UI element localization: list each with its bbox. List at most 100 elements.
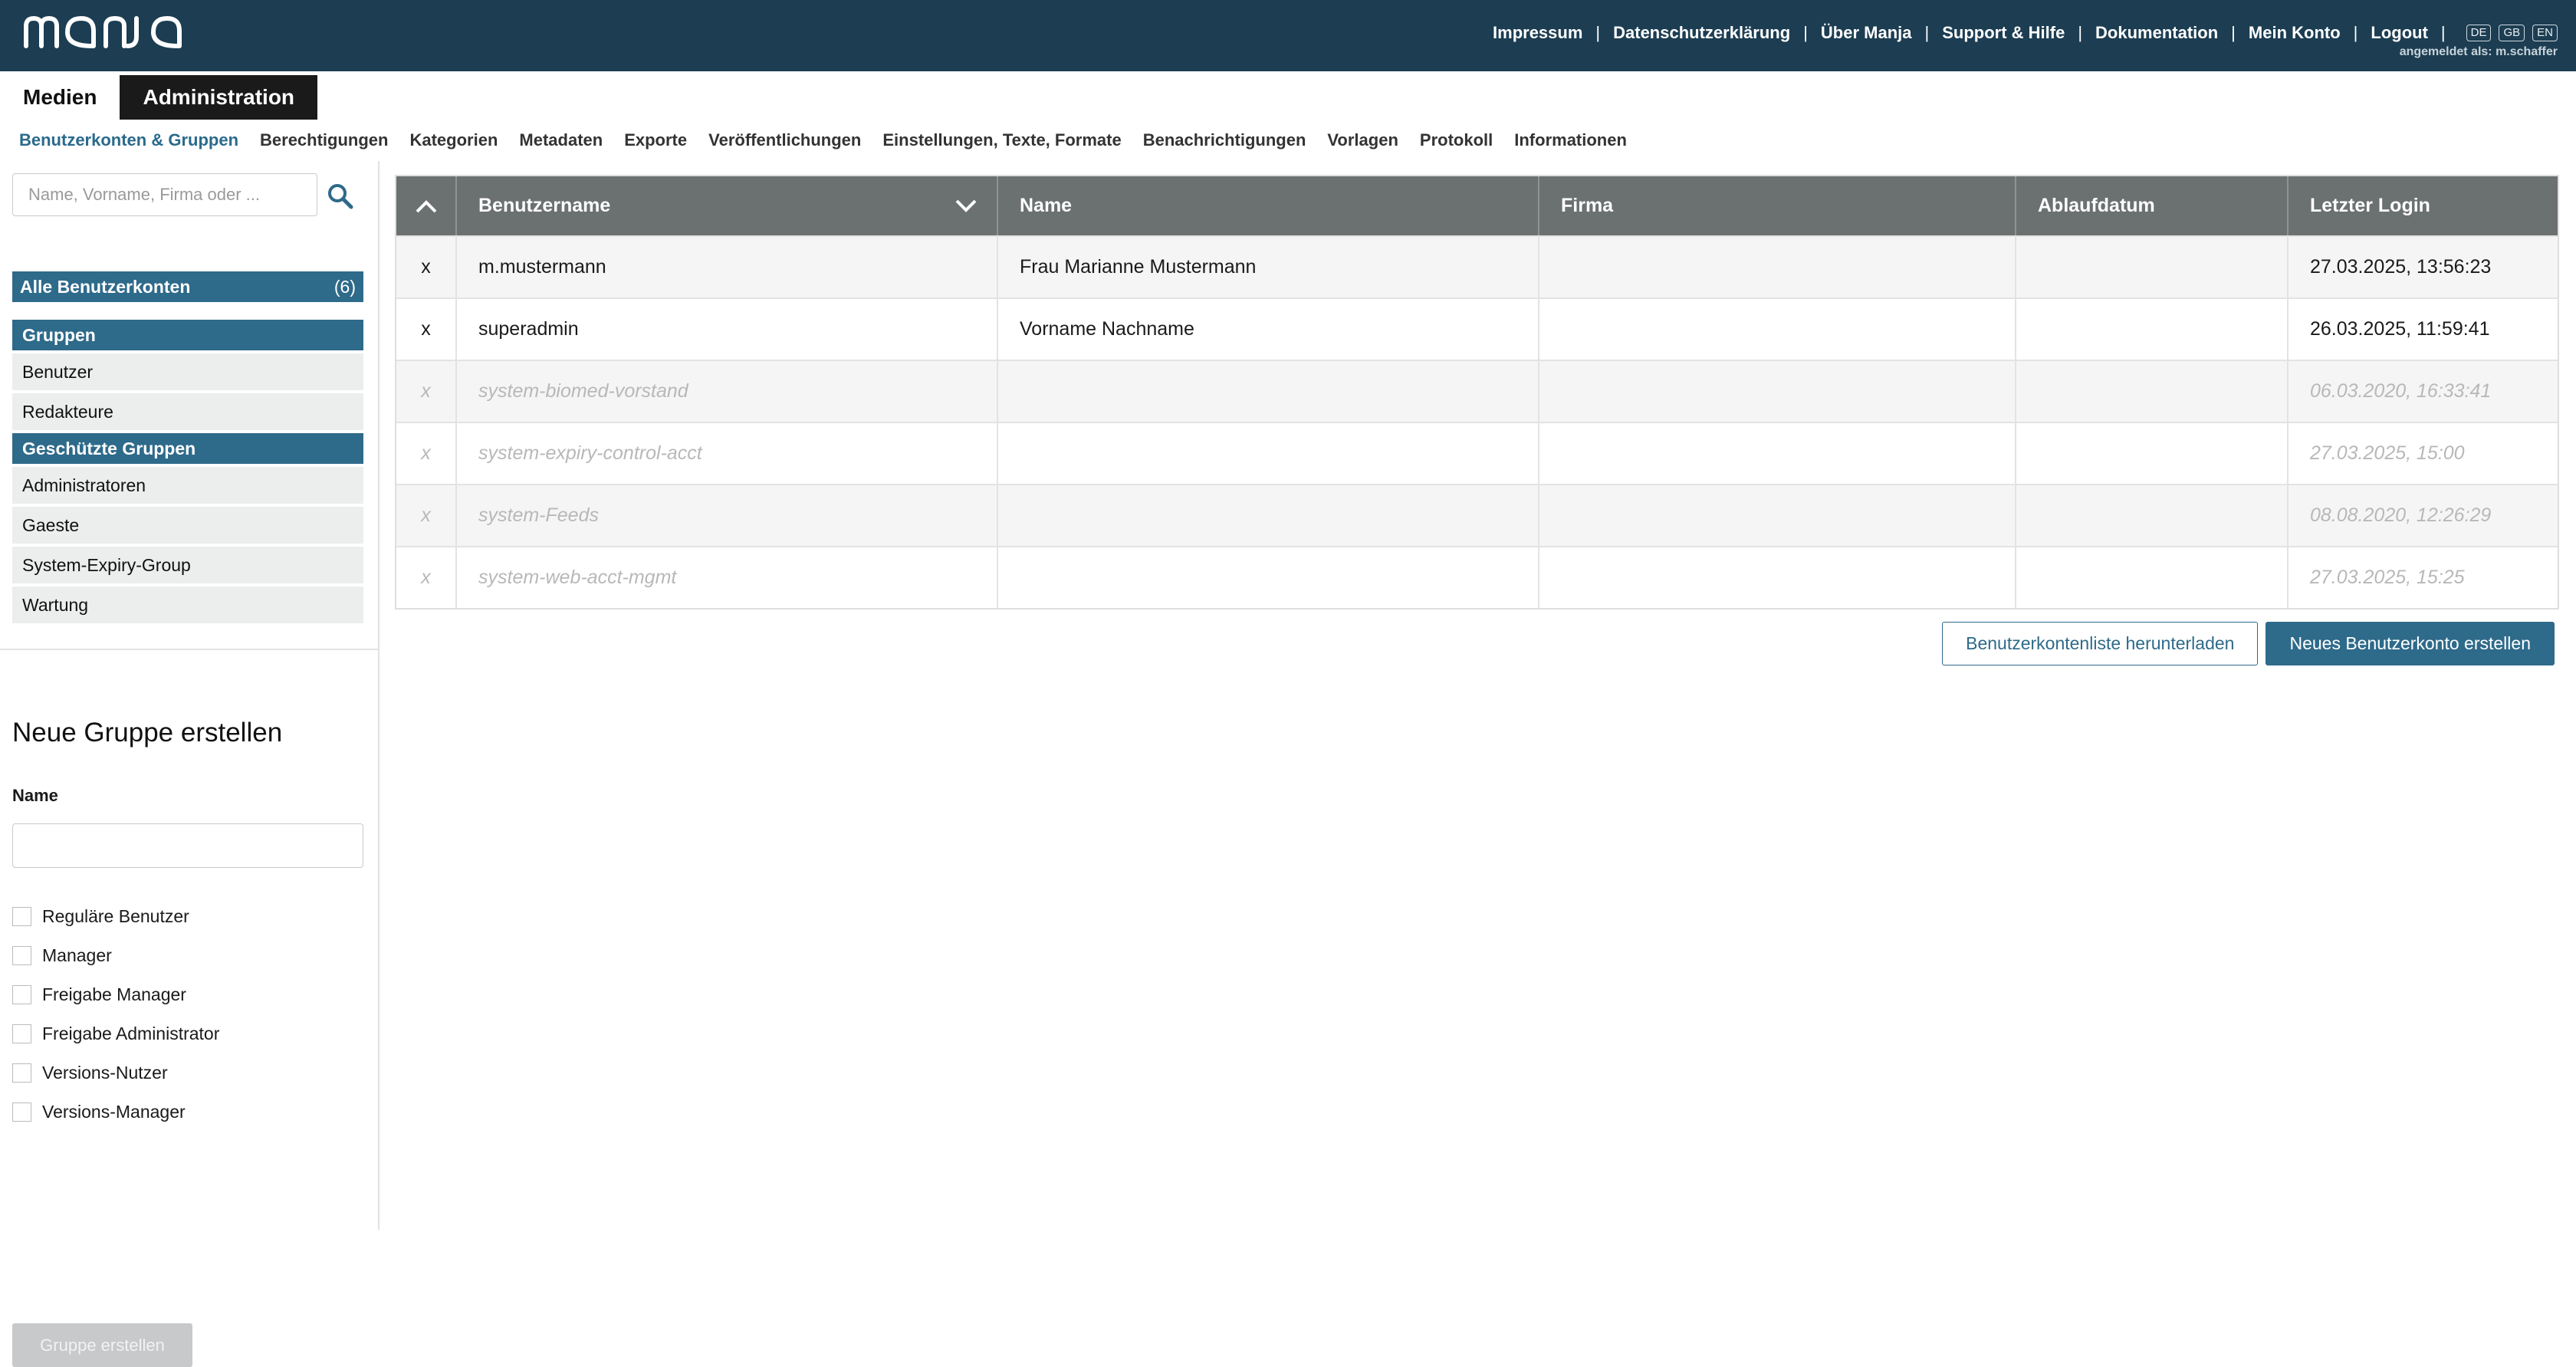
table-header: Benutzername Name Firma Ablaufdatum Letz… [396,176,2558,235]
group-item-redakteure[interactable]: Redakteure [12,393,363,430]
cell-name [998,485,1539,546]
sidebar-divider [0,649,378,650]
subnav-vorlagen[interactable]: Vorlagen [1327,130,1398,150]
sort-toggle[interactable] [396,176,457,235]
user-search-input[interactable] [12,173,317,216]
sidebar: Alle Benutzerkonten (6) Gruppen Benutzer… [0,161,380,1367]
row-marker[interactable]: x [396,299,457,360]
all-accounts-item[interactable]: Alle Benutzerkonten (6) [12,271,363,302]
cell-ablaufdatum [2016,361,2288,422]
lang-de[interactable]: DE [2466,25,2492,41]
manja-logo[interactable] [21,14,186,51]
row-marker[interactable]: x [396,423,457,484]
role-checkbox-manager[interactable]: Manager [12,936,219,975]
all-accounts-count: (6) [334,276,356,297]
nav-separator: | [2440,23,2446,42]
cell-ablaufdatum [2016,423,2288,484]
user-table: Benutzername Name Firma Ablaufdatum Letz… [395,175,2559,610]
create-user-account-button[interactable]: Neues Benutzerkonto erstellen [2266,622,2555,665]
nav-impressum[interactable]: Impressum [1493,23,1582,43]
role-checkbox-versions-manager[interactable]: Versions-Manager [12,1093,219,1132]
checkbox[interactable] [12,1102,31,1122]
top-bar: Impressum | Datenschutzerklärung | Über … [0,0,2576,71]
checkbox[interactable] [12,1063,31,1083]
column-header-ablaufdatum[interactable]: Ablaufdatum [2016,176,2288,235]
subnav-informationen[interactable]: Informationen [1514,130,1627,150]
subnav-berechtigungen[interactable]: Berechtigungen [260,130,388,150]
subnav-protokoll[interactable]: Protokoll [1420,130,1493,150]
search-icon[interactable] [327,182,354,210]
column-header-firma[interactable]: Firma [1539,176,2016,235]
chevron-down-icon[interactable] [954,198,978,215]
column-header-benutzername[interactable]: Benutzername [457,176,998,235]
role-checkbox-regulaere-benutzer[interactable]: Reguläre Benutzer [12,897,219,936]
cell-username[interactable]: system-Feeds [457,485,998,546]
tab-medien[interactable]: Medien [0,75,120,120]
group-item-gaeste[interactable]: Gaeste [12,507,363,544]
table-row[interactable]: x system-expiry-control-acct 27.03.2025,… [396,422,2558,484]
subnav-benachrichtigungen[interactable]: Benachrichtigungen [1143,130,1306,150]
nav-support[interactable]: Support & Hilfe [1942,23,2065,43]
group-item-wartung[interactable]: Wartung [12,587,363,623]
cell-letzter-login: 27.03.2025, 15:25 [2310,567,2465,588]
lang-en[interactable]: EN [2532,25,2558,41]
cell-username[interactable]: m.mustermann [457,237,998,297]
nav-logout[interactable]: Logout [2371,23,2428,43]
role-label: Freigabe Manager [42,984,186,1004]
cell-username[interactable]: superadmin [457,299,998,360]
role-checkbox-freigabe-manager[interactable]: Freigabe Manager [12,975,219,1014]
column-header-name[interactable]: Name [998,176,1539,235]
cell-ablaufdatum [2016,485,2288,546]
cell-firma [1539,485,2016,546]
subnav-metadaten[interactable]: Metadaten [519,130,603,150]
table-row[interactable]: x system-Feeds 08.08.2020, 12:26:29 [396,484,2558,546]
table-row[interactable]: x system-web-acct-mgmt 27.03.2025, 15:25 [396,546,2558,608]
role-checkbox-versions-nutzer[interactable]: Versions-Nutzer [12,1053,219,1093]
table-row[interactable]: x m.mustermann Frau Marianne Mustermann … [396,235,2558,297]
chevron-up-icon[interactable] [414,198,439,215]
row-marker[interactable]: x [396,485,457,546]
row-marker[interactable]: x [396,237,457,297]
cell-letzter-login: 27.03.2025, 13:56:23 [2310,256,2492,278]
nav-mein-konto[interactable]: Mein Konto [2249,23,2341,43]
subnav-einstellungen[interactable]: Einstellungen, Texte, Formate [882,130,1121,150]
row-marker[interactable]: x [396,547,457,608]
checkbox[interactable] [12,985,31,1004]
nav-ueber-manja[interactable]: Über Manja [1821,23,1912,43]
new-group-title: Neue Gruppe erstellen [12,718,283,748]
cell-ablaufdatum [2016,237,2288,297]
checkbox[interactable] [12,946,31,965]
row-marker[interactable]: x [396,361,457,422]
logged-in-user: angemeldet als: m.schaffer [2399,45,2558,58]
tab-administration[interactable]: Administration [120,75,318,120]
table-row[interactable]: x system-biomed-vorstand 06.03.2020, 16:… [396,360,2558,422]
table-row[interactable]: x superadmin Vorname Nachname 26.03.2025… [396,297,2558,360]
lang-gb[interactable]: GB [2499,25,2525,41]
download-user-list-button[interactable]: Benutzerkontenliste herunterladen [1942,622,2259,665]
protected-groups-header: Geschützte Gruppen [12,433,363,464]
cell-username[interactable]: system-expiry-control-acct [457,423,998,484]
subnav-veroeffentlichungen[interactable]: Veröffentlichungen [708,130,861,150]
checkbox[interactable] [12,907,31,926]
table-actions: Benutzerkontenliste herunterladen Neues … [1942,622,2555,665]
cell-ablaufdatum [2016,299,2288,360]
subnav-benutzerkonten[interactable]: Benutzerkonten & Gruppen [19,130,238,150]
role-label: Reguläre Benutzer [42,906,189,926]
create-group-button[interactable]: Gruppe erstellen [12,1323,192,1367]
checkbox[interactable] [12,1024,31,1043]
nav-dokumentation[interactable]: Dokumentation [2095,23,2218,43]
subnav-exporte[interactable]: Exporte [624,130,687,150]
cell-username[interactable]: system-biomed-vorstand [457,361,998,422]
subnav-kategorien[interactable]: Kategorien [409,130,498,150]
column-header-letzter-login[interactable]: Letzter Login [2288,176,2558,235]
cell-username[interactable]: system-web-acct-mgmt [457,547,998,608]
role-checkbox-freigabe-administrator[interactable]: Freigabe Administrator [12,1014,219,1053]
nav-datenschutz[interactable]: Datenschutzerklärung [1613,23,1790,43]
role-checkboxes: Reguläre Benutzer Manager Freigabe Manag… [12,897,219,1132]
group-item-system-expiry[interactable]: System-Expiry-Group [12,547,363,583]
cell-name [998,361,1539,422]
new-group-name-input[interactable] [12,823,363,868]
group-item-administratoren[interactable]: Administratoren [12,467,363,504]
cell-firma [1539,237,2016,297]
group-item-benutzer[interactable]: Benutzer [12,353,363,390]
